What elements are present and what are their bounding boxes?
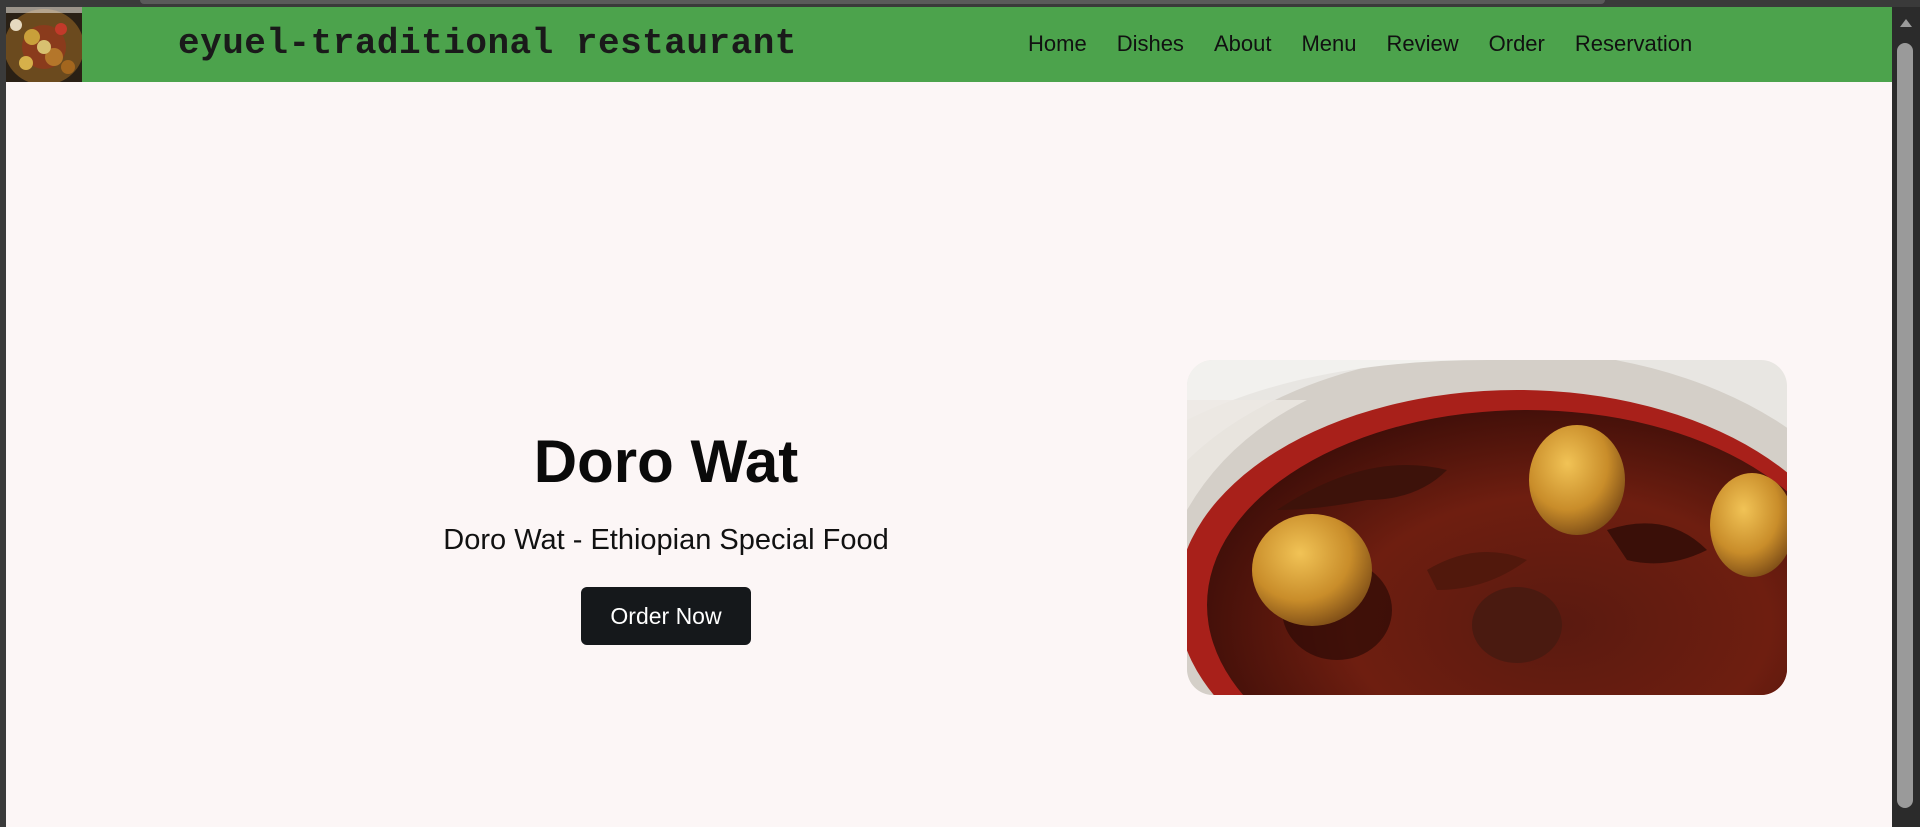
nav-about-link[interactable]: About: [1214, 31, 1272, 63]
order-now-button[interactable]: Order Now: [581, 587, 751, 645]
nav-home-link[interactable]: Home: [1028, 31, 1087, 63]
nav-reservation-link[interactable]: Reservation: [1575, 31, 1692, 63]
logo[interactable]: [6, 7, 82, 82]
food-platter-logo-icon: [6, 7, 82, 82]
page-viewport: eyuel-traditional restaurant Home Dishes…: [6, 7, 1892, 827]
nav-dishes-link[interactable]: Dishes: [1117, 31, 1184, 63]
nav-menu: Home Dishes About Menu Review Order Rese…: [1028, 31, 1692, 63]
hero-title: Doro Wat: [533, 428, 799, 495]
window-top-bar: [0, 0, 1920, 7]
hero-image: [1187, 360, 1787, 695]
nav-order-link[interactable]: Order: [1489, 31, 1545, 63]
scroll-up-arrow-icon[interactable]: [1900, 19, 1912, 27]
scrollbar-thumb[interactable]: [1897, 43, 1913, 808]
brand-title[interactable]: eyuel-traditional restaurant: [178, 23, 797, 64]
doro-wat-dish-image-icon: [1187, 360, 1787, 695]
nav-review-link[interactable]: Review: [1386, 31, 1458, 63]
nav-menu-link[interactable]: Menu: [1301, 31, 1356, 63]
hero-subtitle: Doro Wat - Ethiopian Special Food: [443, 524, 889, 556]
page-scrollbar[interactable]: [1892, 7, 1920, 827]
browser-edge: [140, 0, 1605, 4]
hero-text-block: Doro Wat Doro Wat - Ethiopian Special Fo…: [336, 427, 996, 645]
navbar: eyuel-traditional restaurant Home Dishes…: [6, 7, 1892, 82]
